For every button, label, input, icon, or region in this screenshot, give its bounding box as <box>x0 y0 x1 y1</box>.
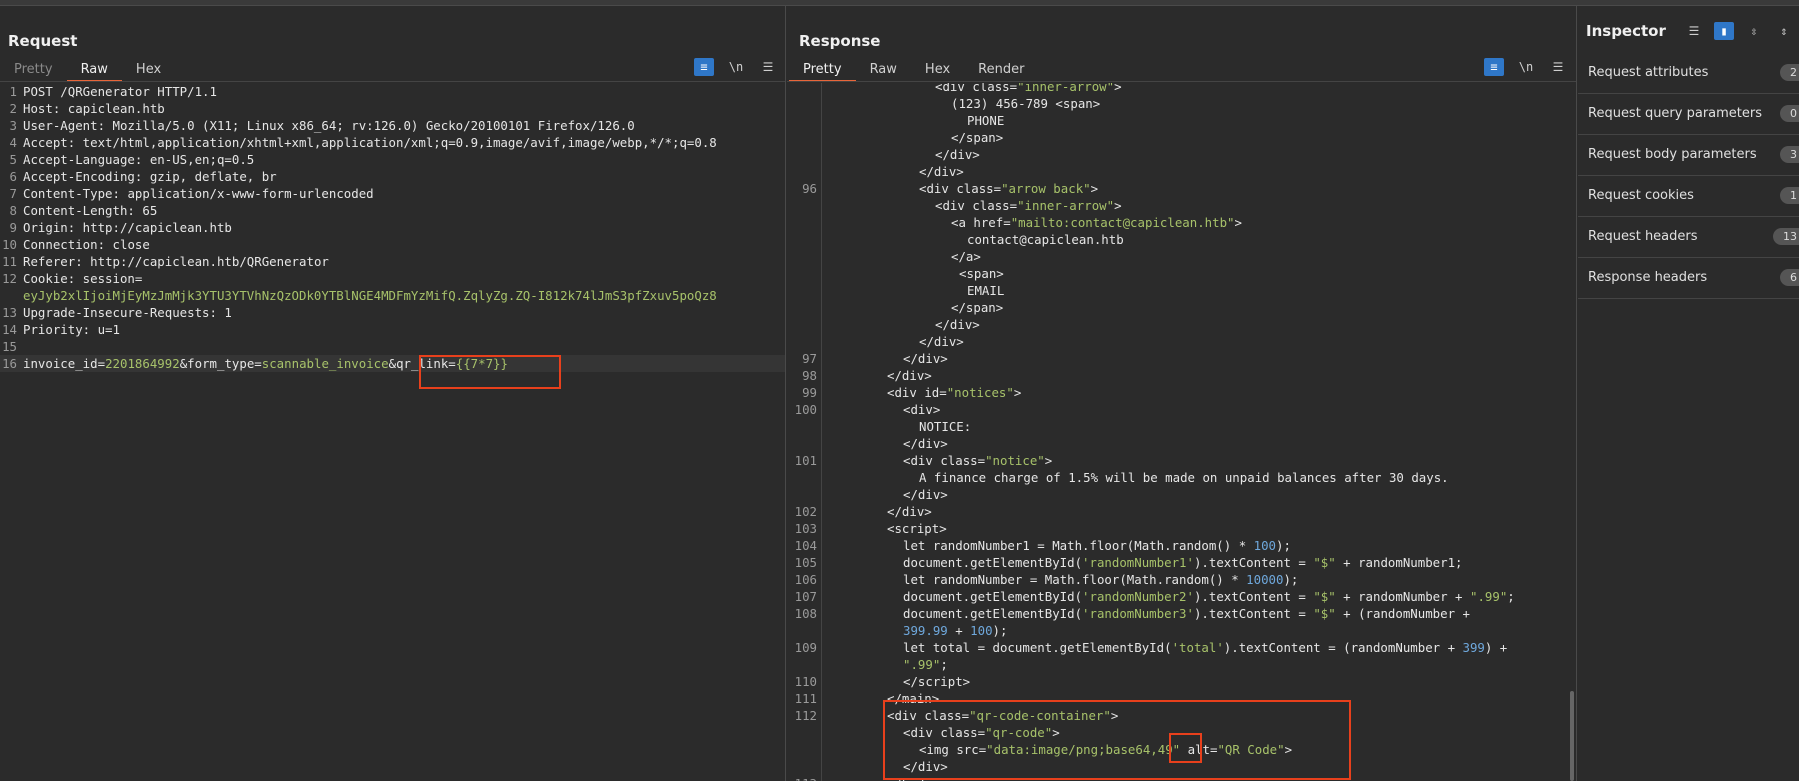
request-line: 4 Accept: text/html,application/xhtml+xml… <box>9 135 717 150</box>
response-tabs: Pretty Raw Hex Render <box>789 58 1038 82</box>
request-line: 5 Accept-Language: en-US,en;q=0.5 <box>9 152 255 167</box>
tab-raw[interactable]: Raw <box>66 58 122 82</box>
request-line: 8 Content-Length: 65 <box>9 203 158 218</box>
request-tabs: Pretty Raw Hex <box>0 58 175 82</box>
tab-pretty[interactable]: Pretty <box>0 58 67 82</box>
inspector-count-badge: 6 <box>1780 269 1799 286</box>
tab-pretty[interactable]: Pretty <box>789 58 856 82</box>
request-line: 1 POST /QRGenerator HTTP/1.1 <box>9 84 217 99</box>
request-line: 13 Upgrade-Insecure-Requests: 1 <box>2 305 232 320</box>
inspector-row-label: Request body parameters <box>1588 147 1757 162</box>
list-view-icon[interactable]: ☰ <box>1684 22 1704 40</box>
inspector-row-label: Request cookies <box>1588 188 1694 203</box>
request-line: 14 Priority: u=1 <box>2 322 120 337</box>
inspector-tools: ☰ ▮ ⇳ ⇕ <box>1684 22 1794 40</box>
inspector-row[interactable]: Request query parameters 0 <box>1578 94 1799 135</box>
request-line: eyJyb2xlIjoiMjEyMzJmMjk3YTU3YTVhNzQzODk0… <box>23 288 717 303</box>
inspector-count-badge: 3 <box>1780 146 1799 163</box>
highlight-evaluated-49 <box>1169 733 1202 763</box>
response-editor[interactable]: <div class="inner-arrow"> (123) 456-789 … <box>787 83 1576 781</box>
show-newlines-icon[interactable]: \n <box>726 58 746 76</box>
inspector-row-label: Request query parameters <box>1588 106 1763 121</box>
inspector-count-badge: 0 <box>1780 105 1799 122</box>
request-line: 10 Connection: close <box>2 237 150 252</box>
request-line: 6 Accept-Encoding: gzip, deflate, br <box>9 169 277 184</box>
collapse-icon[interactable]: ⇕ <box>1774 22 1794 40</box>
inspector-row[interactable]: Request body parameters 3 <box>1578 135 1799 176</box>
inspector-row[interactable]: Request attributes 2 <box>1578 53 1799 94</box>
highlight-qr-link <box>419 355 561 389</box>
request-line: 11 Referer: http://capiclean.htb/QRGenera… <box>2 254 329 269</box>
inspector-row[interactable]: Request cookies 1 <box>1578 176 1799 217</box>
tab-hex[interactable]: Hex <box>122 58 175 82</box>
response-pane: Response Pretty Raw Hex Render ≡ \n ☰ <d… <box>787 6 1577 781</box>
inspector-row[interactable]: Response headers 6 <box>1578 258 1799 299</box>
response-tools: ≡ \n ☰ <box>1484 58 1568 76</box>
inspector-count-badge: 13 <box>1773 228 1799 245</box>
tab-hex[interactable]: Hex <box>911 58 964 82</box>
request-line: 9 Origin: http://capiclean.htb <box>9 220 232 235</box>
tab-render[interactable]: Render <box>964 58 1038 82</box>
inspector-row-label: Request attributes <box>1588 65 1709 80</box>
request-line: 3 User-Agent: Mozilla/5.0 (X11; Linux x86… <box>9 118 635 133</box>
inspector-row-label: Request headers <box>1588 229 1698 244</box>
inspector-count-badge: 1 <box>1780 187 1799 204</box>
menu-icon[interactable]: ☰ <box>1548 58 1568 76</box>
inspector-pane: Inspector ☰ ▮ ⇳ ⇕ Request attributes 2 Req… <box>1578 6 1799 781</box>
tab-raw[interactable]: Raw <box>856 58 911 82</box>
response-title: Response <box>799 32 881 50</box>
expand-icon[interactable]: ⇳ <box>1744 22 1764 40</box>
response-scrollbar[interactable] <box>1570 691 1574 781</box>
menu-icon[interactable]: ☰ <box>758 58 778 76</box>
wrap-lines-icon[interactable]: ≡ <box>694 58 714 76</box>
inspector-row-label: Response headers <box>1588 270 1708 285</box>
wrap-lines-icon[interactable]: ≡ <box>1484 58 1504 76</box>
request-pane: Request Pretty Raw Hex ≡ \n ☰ 1 POST /QRG… <box>0 6 786 781</box>
request-editor[interactable]: 1 POST /QRGenerator HTTP/1.1 2 Host: capicl… <box>0 83 785 781</box>
request-tools: ≡ \n ☰ <box>694 58 778 76</box>
panel-view-icon[interactable]: ▮ <box>1714 22 1734 40</box>
request-title: Request <box>8 32 78 50</box>
inspector-row[interactable]: Request headers 13 <box>1578 217 1799 258</box>
request-line: 16 invoice_id=2201864992&form_type=scanna… <box>0 355 785 372</box>
inspector-title: Inspector <box>1586 22 1666 40</box>
inspector-count-badge: 2 <box>1780 64 1799 81</box>
request-line: 2 Host: capiclean.htb <box>9 101 165 116</box>
request-line: 7 Content-Type: application/x-www-form-ur… <box>9 186 374 201</box>
request-line: 15 <box>2 339 17 354</box>
request-line: 12 Cookie: session= <box>2 271 143 286</box>
highlight-qr-container <box>883 700 1351 780</box>
show-newlines-icon[interactable]: \n <box>1516 58 1536 76</box>
